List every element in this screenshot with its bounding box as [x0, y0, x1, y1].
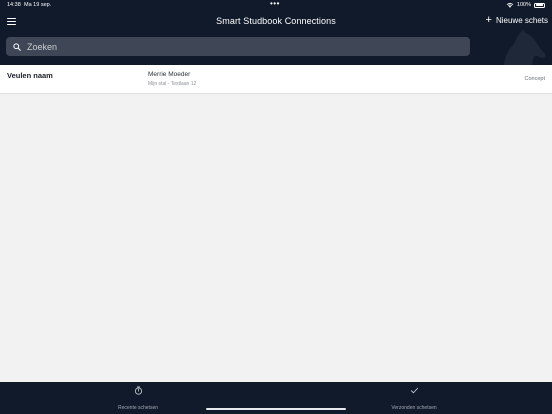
- header: 14:38 Ma 19 sep. ••• 100% Smart Studbook…: [0, 0, 552, 65]
- search-input[interactable]: [27, 41, 447, 52]
- foal-name: Veulen naam: [7, 71, 53, 80]
- tab-recent-sketches[interactable]: Recente schetsen: [78, 386, 198, 414]
- status-badge: Concept: [524, 76, 546, 82]
- status-indicators: 100%: [506, 2, 545, 8]
- tab-sent-sketches[interactable]: Verzonden schetsen: [354, 386, 474, 414]
- status-bar: 14:38 Ma 19 sep. ••• 100%: [0, 0, 552, 11]
- tab-sent-label: Verzonden schetsen: [391, 405, 437, 411]
- battery-icon: [534, 2, 545, 8]
- new-sketch-label: Nieuwe schets: [495, 16, 548, 25]
- home-indicator[interactable]: [206, 408, 346, 410]
- status-time: 14:38: [7, 2, 21, 8]
- search-bar[interactable]: [6, 37, 470, 56]
- status-date: Ma 19 sep.: [24, 2, 52, 8]
- sketch-list-item[interactable]: Veulen naam Merrie Moeder Mijn stal - Te…: [0, 65, 552, 94]
- mare-name: Merrie Moeder: [148, 71, 191, 78]
- search-icon: [13, 42, 21, 51]
- tab-recent-label: Recente schetsen: [117, 405, 159, 411]
- page-title: Smart Studbook Connections: [216, 16, 336, 26]
- multitasking-dots[interactable]: •••: [270, 0, 280, 8]
- new-sketch-button[interactable]: + Nieuwe schets: [485, 14, 548, 26]
- mare-address: Mijn stal - Testlaan 12: [148, 81, 197, 87]
- plus-icon: +: [485, 14, 492, 26]
- wifi-icon: [506, 2, 514, 8]
- app-screen: 14:38 Ma 19 sep. ••• 100% Smart Studbook…: [0, 0, 552, 414]
- navigation-bar: Smart Studbook Connections + Nieuwe sche…: [0, 12, 552, 32]
- battery-percentage: 100%: [516, 2, 531, 8]
- horse-head-logo: [504, 29, 546, 65]
- checkmark-icon: [410, 387, 418, 394]
- timer-icon: [134, 386, 142, 395]
